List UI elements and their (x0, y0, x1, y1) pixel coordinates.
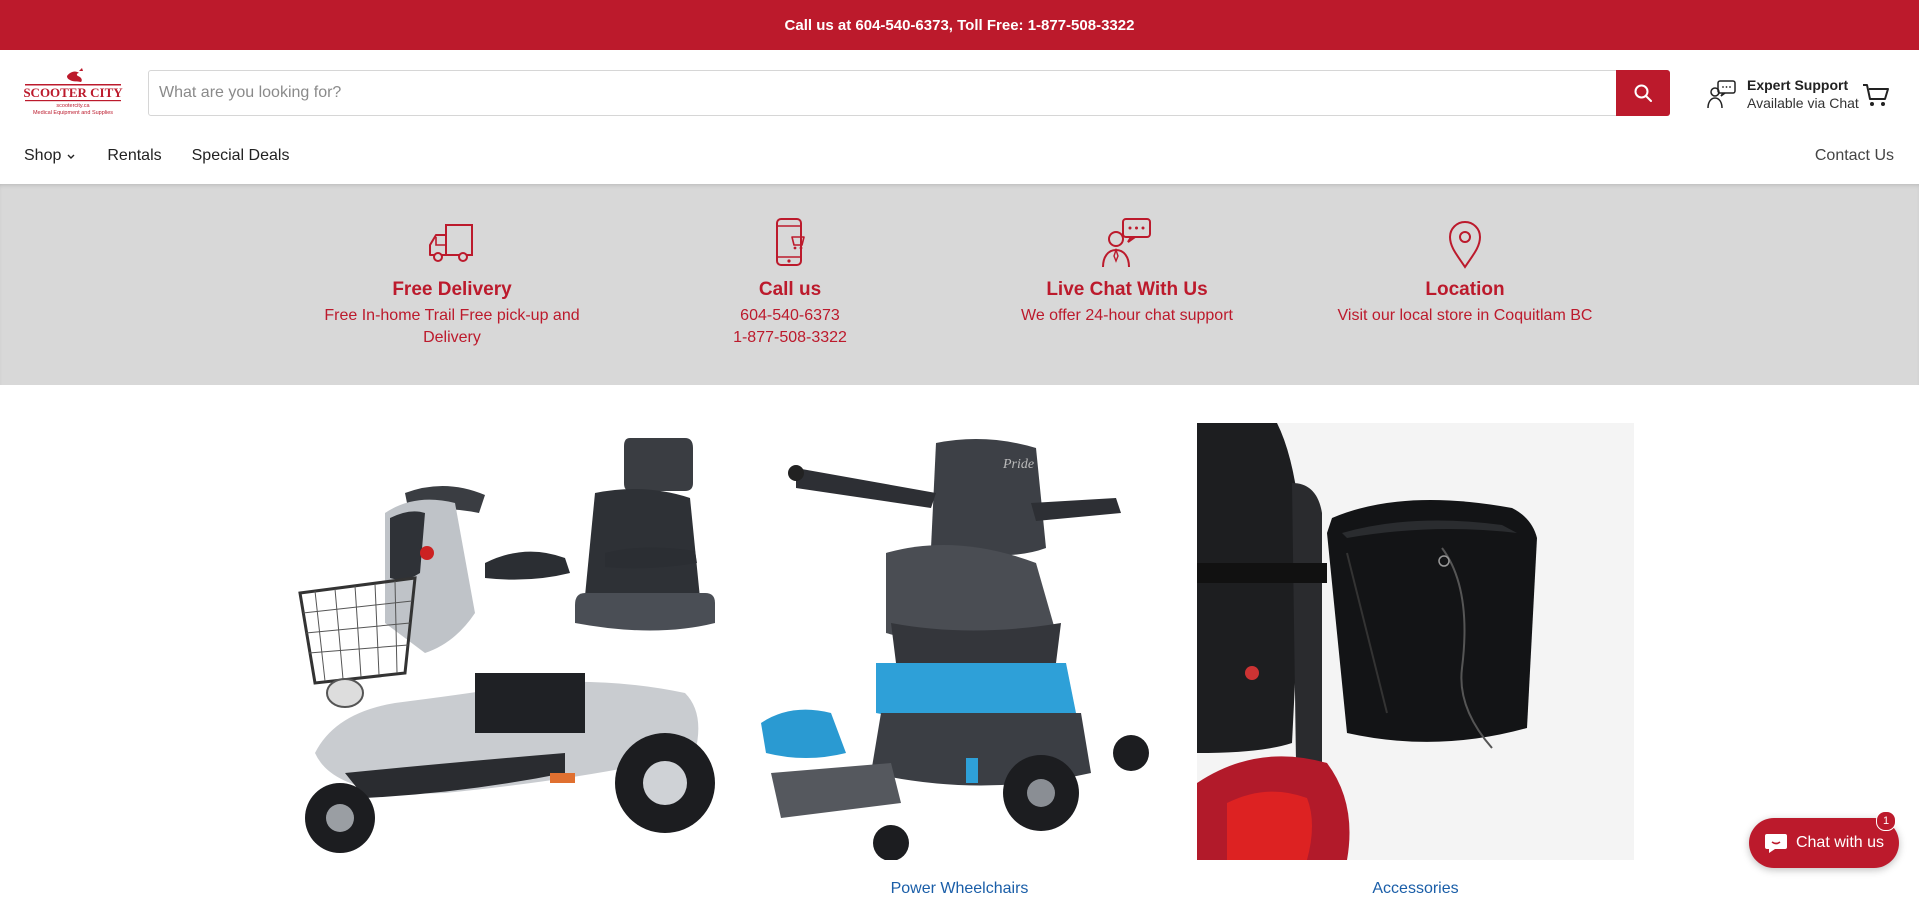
search-button[interactable] (1616, 70, 1670, 116)
feature-title: Free Delivery (392, 279, 512, 300)
announcement-bar: Call us at 604-540-6373, Toll Free: 1-87… (0, 0, 1919, 50)
svg-text:Medical Equipment and Supplies: Medical Equipment and Supplies (33, 110, 113, 116)
nav-shop[interactable]: Shop (24, 147, 77, 165)
search-bar (148, 70, 1670, 116)
category-mobility-scooters[interactable] (285, 423, 722, 860)
feature-live-chat: Live Chat With Us We offer 24-hour chat … (977, 217, 1277, 327)
chat-notification-badge: 1 (1876, 811, 1896, 831)
delivery-truck-icon (429, 224, 473, 262)
nav-special-deals[interactable]: Special Deals (192, 147, 290, 165)
nav-rentals-label: Rentals (107, 147, 162, 164)
site-header: SCOOTER CITY scootercity.ca Medical Equi… (0, 50, 1919, 184)
announcement-text: Call us at 604-540-6373, Toll Free: 1-87… (784, 16, 1135, 34)
chat-bubble-icon (1764, 834, 1787, 853)
category-label[interactable]: Accessories (1197, 880, 1634, 898)
feature-call-us: Call us 604-540-6373 1-877-508-3322 (640, 217, 940, 349)
category-accessories[interactable] (1197, 423, 1634, 860)
site-logo[interactable]: SCOOTER CITY scootercity.ca Medical Equi… (23, 68, 123, 116)
nav-rentals[interactable]: Rentals (107, 147, 161, 165)
feature-title: Location (1425, 279, 1505, 300)
chevron-down-icon (67, 154, 75, 159)
search-icon (1634, 84, 1652, 102)
category-label[interactable]: Power Wheelchairs (741, 880, 1178, 898)
feature-desc: Free In-home Trail Free pick-up and Deli… (324, 307, 580, 346)
features-strip: Free Delivery Free In-home Trail Free pi… (0, 184, 1919, 385)
mobility-scooter-image (285, 423, 722, 860)
svg-text:scootercity.ca: scootercity.ca (56, 103, 90, 109)
product-categories: Pride Power Wheelchairs Accessories (0, 385, 1919, 897)
svg-text:SCOOTER CITY: SCOOTER CITY (23, 85, 123, 100)
cart-icon (1863, 84, 1889, 106)
feature-location: Location Visit our local store in Coquit… (1315, 217, 1615, 327)
feature-desc: 604-540-6373 1-877-508-3322 (733, 307, 847, 346)
svg-text:Pride: Pride (1002, 457, 1034, 472)
expert-support[interactable]: Expert Support Available via Chat (1707, 72, 1859, 116)
mobile-phone-icon (776, 218, 805, 266)
feature-desc: We offer 24-hour chat support (1021, 307, 1233, 324)
feature-desc: Visit our local store in Coquitlam BC (1337, 307, 1593, 324)
nav-shop-label: Shop (24, 147, 62, 164)
power-wheelchair-image: Pride (741, 423, 1178, 860)
search-input[interactable] (149, 71, 1616, 115)
feature-title: Call us (758, 279, 822, 300)
support-title: Expert Support (1747, 77, 1849, 93)
feature-free-delivery: Free Delivery Free In-home Trail Free pi… (302, 217, 602, 349)
main-nav: Shop Rentals Special Deals (24, 144, 289, 168)
accessory-bag-image (1197, 423, 1634, 860)
chat-support-icon (1102, 218, 1151, 268)
location-pin-icon (1448, 221, 1482, 269)
support-agent-icon (1707, 80, 1736, 109)
cart-button[interactable] (1861, 80, 1891, 110)
feature-title: Live Chat With Us (1046, 279, 1208, 300)
scooter-city-logo: SCOOTER CITY scootercity.ca Medical Equi… (23, 68, 123, 116)
nav-special-deals-label: Special Deals (191, 147, 290, 164)
support-subtitle: Available via Chat (1747, 95, 1859, 111)
chat-button-label: Chat with us (1795, 834, 1885, 851)
nav-contact-us[interactable]: Contact Us (1815, 144, 1894, 168)
category-power-wheelchairs[interactable]: Pride (741, 423, 1178, 860)
